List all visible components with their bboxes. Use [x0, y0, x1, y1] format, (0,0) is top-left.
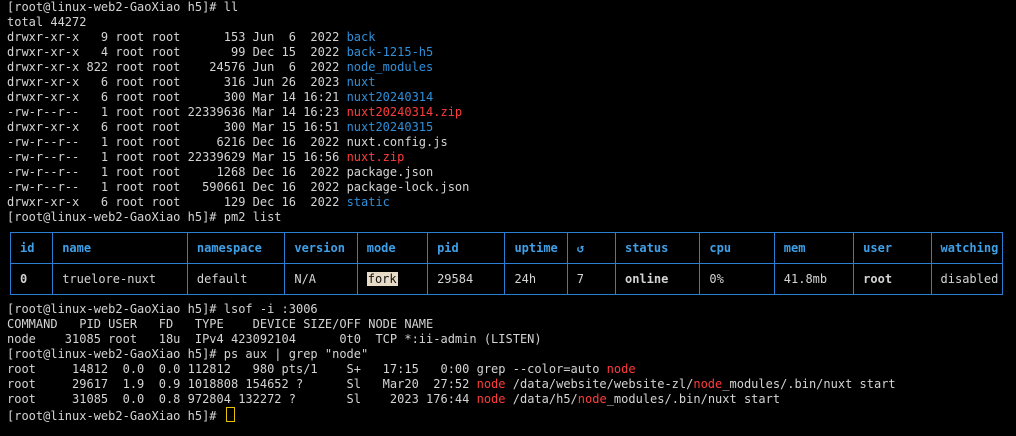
column-header: namespace	[186, 232, 286, 264]
listing-row: drwxr-xr-x 6 root root 316 Jun 26 2023 n…	[7, 75, 376, 89]
column-header: version	[284, 232, 358, 264]
cell-user: root	[853, 263, 932, 295]
listing-row: drwxr-xr-x 4 root root 99 Dec 15 2022 ba…	[7, 45, 434, 59]
cell-restarts: 7	[566, 263, 616, 295]
ps-row: root 14812 0.0 0.0 112812 980 pts/1 S+ 1…	[7, 362, 636, 376]
restart-icon: ↺	[566, 232, 616, 264]
column-header: status	[614, 232, 701, 264]
listing-row: drwxr-xr-x 6 root root 300 Mar 14 16:21 …	[7, 90, 434, 104]
column-header: uptime	[504, 232, 568, 264]
listing-row: -rw-r--r-- 1 root root 22339636 Mar 14 1…	[7, 105, 463, 119]
cell-mode: fork	[356, 263, 429, 295]
prompt-line: [root@linux-web2-GaoXiao h5]# lsof -i :3…	[7, 302, 318, 316]
cell-cpu: 0%	[699, 263, 775, 295]
cell-id: 0	[9, 263, 54, 295]
prompt-line: [root@linux-web2-GaoXiao h5]# pm2 list	[7, 210, 282, 224]
total-line: total 44272	[7, 15, 87, 29]
listing-row: drwxr-xr-x 6 root root 300 Mar 15 16:51 …	[7, 120, 434, 134]
text-cursor	[225, 407, 235, 422]
column-header: id	[9, 232, 54, 264]
cell-uptime: 24h	[504, 263, 568, 295]
listing-row: -rw-r--r-- 1 root root 590661 Dec 16 202…	[7, 180, 470, 194]
column-header: pid	[427, 232, 506, 264]
listing-row: drwxr-xr-x 9 root root 153 Jun 6 2022 ba…	[7, 30, 376, 44]
ps-row: root 29617 1.9 0.9 1018808 154652 ? Sl M…	[7, 377, 896, 391]
table-header-row: id name namespace version mode pid uptim…	[9, 232, 1004, 264]
column-header: mem	[773, 232, 855, 264]
prompt-line: [root@linux-web2-GaoXiao h5]# ps aux | g…	[7, 347, 369, 361]
lsof-row: node 31085 root 18u IPv4 423092104 0t0 T…	[7, 332, 542, 346]
cell-status: online	[614, 263, 701, 295]
listing-row: -rw-r--r-- 1 root root 1268 Dec 16 2022 …	[7, 165, 434, 179]
cell-mem: 41.8mb	[773, 263, 855, 295]
lsof-header: COMMAND PID USER FD TYPE DEVICE SIZE/OFF…	[7, 317, 434, 331]
column-header: watching	[930, 232, 1004, 264]
cell-namespace: default	[186, 263, 286, 295]
cell-watching: disabled	[930, 263, 1004, 295]
table-row: 0 truelore-nuxt default N/A fork 29584 2…	[9, 263, 1004, 295]
cell-name: truelore-nuxt	[52, 263, 188, 295]
listing-row: drwxr-xr-x 6 root root 129 Dec 16 2022 s…	[7, 195, 390, 209]
column-header: mode	[356, 232, 429, 264]
column-header: cpu	[699, 232, 775, 264]
terminal-window[interactable]: [root@linux-web2-GaoXiao h5]# ll total 4…	[0, 0, 1016, 436]
active-prompt-line[interactable]: [root@linux-web2-GaoXiao h5]#	[7, 407, 235, 423]
mode-fork-selection: fork	[366, 272, 398, 286]
listing-row: -rw-r--r-- 1 root root 22339629 Mar 15 1…	[7, 150, 405, 164]
ps-row: root 31085 0.0 0.8 972804 132272 ? Sl 20…	[7, 392, 781, 406]
cell-version: N/A	[284, 263, 358, 295]
pm2-process-table: id name namespace version mode pid uptim…	[9, 232, 1004, 295]
listing-row: -rw-r--r-- 1 root root 6216 Dec 16 2022 …	[7, 135, 448, 149]
prompt-line: [root@linux-web2-GaoXiao h5]# ll	[7, 0, 239, 14]
column-header: user	[853, 232, 932, 264]
column-header: name	[52, 232, 188, 264]
cell-pid: 29584	[427, 263, 506, 295]
listing-row: drwxr-xr-x 822 root root 24576 Jun 6 202…	[7, 60, 434, 74]
